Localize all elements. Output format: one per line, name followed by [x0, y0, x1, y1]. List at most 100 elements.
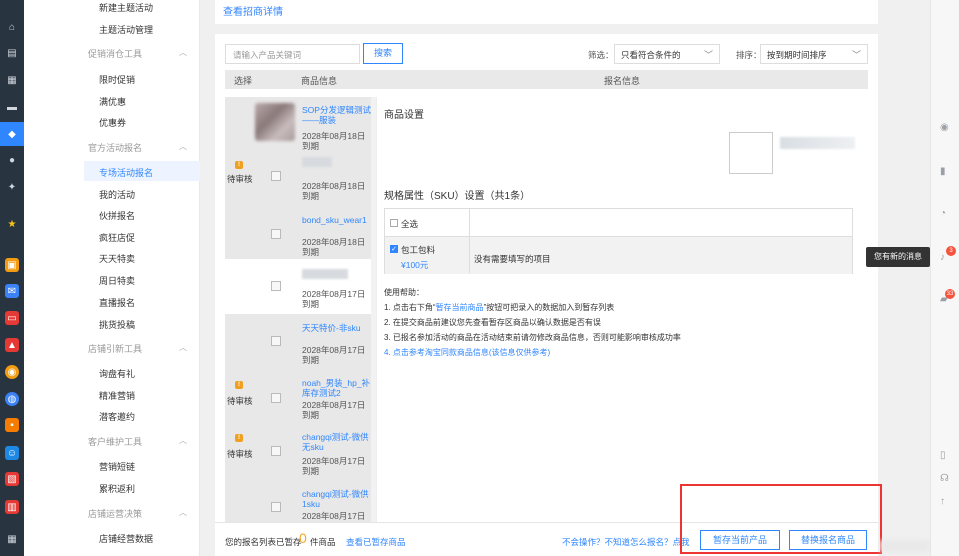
product-row[interactable]: ! 待审核 2028年08月18日到期: [225, 153, 375, 207]
product-image: [271, 281, 281, 291]
help-title: 使用帮助：: [384, 288, 424, 297]
menu-item-flash-sale[interactable]: 限时促销: [99, 73, 135, 86]
menu-group-customer[interactable]: 客户维护工具: [88, 435, 142, 448]
warning-icon: !: [235, 161, 243, 169]
menu-item-theme-manage[interactable]: 主题活动管理: [99, 23, 153, 36]
chart-icon[interactable]: ▲: [5, 338, 19, 352]
help-contact-link[interactable]: 不会操作？不知道怎么报名？点我: [562, 536, 690, 548]
chevron-up-icon[interactable]: ︿: [179, 435, 187, 446]
menu-item-group-buy[interactable]: 伙拼报名: [99, 209, 135, 222]
bell-badge: 3: [946, 246, 956, 256]
sku-header-row: 全选: [385, 209, 852, 237]
menu-item-new-theme[interactable]: 新建主题活动: [99, 1, 153, 14]
side-menu: 新建主题活动 主题活动管理 促销消仓工具 ︿ 限时促销 满优惠 优惠券 官方活动…: [24, 0, 200, 556]
product-row[interactable]: ! 待审核 changqi测试-微供无sku 2028年08月17日到期: [225, 422, 375, 479]
product-name[interactable]: SOP分发逻辑测试——服装: [302, 105, 372, 125]
grid-icon[interactable]: ▦: [5, 532, 19, 546]
wechat-icon[interactable]: ◔: [940, 208, 946, 219]
view-staged-link[interactable]: 查看已暂存商品: [346, 536, 406, 548]
menu-item-rebate[interactable]: 累积返利: [99, 482, 135, 495]
menu-group-acquire[interactable]: 店铺引新工具: [88, 342, 142, 355]
staged-count: 0: [299, 530, 307, 546]
card-icon[interactable]: ▬: [5, 100, 19, 114]
gift-icon[interactable]: ▪: [5, 418, 19, 432]
product-name[interactable]: changqi测试-微供无sku: [302, 432, 372, 452]
sort-label: 排序：: [736, 50, 762, 60]
select-all-checkbox[interactable]: [390, 219, 398, 227]
menu-item-prospect-invite[interactable]: 潜客邀约: [99, 410, 135, 423]
product-expiry: 2028年08月18日到期: [302, 237, 366, 257]
product-name[interactable]: changqi测试-微供1sku: [302, 489, 372, 509]
product-thumbnail: [255, 103, 295, 141]
menu-item-inquiry-gift[interactable]: 询盘有礼: [99, 367, 135, 380]
search-button[interactable]: 搜索: [363, 43, 403, 64]
bookmark-icon[interactable]: ▮: [940, 166, 946, 177]
globe-icon[interactable]: ◍: [5, 392, 19, 406]
menu-item-live-signup[interactable]: 直播报名: [99, 296, 135, 309]
product-row[interactable]: bond_sku_wear1 2028年08月18日到期: [225, 207, 375, 259]
share-icon[interactable]: ✦: [5, 180, 19, 194]
chevron-up-icon[interactable]: ︿: [179, 342, 187, 353]
coupon-icon[interactable]: ◉: [5, 365, 19, 379]
people-icon[interactable]: ☺: [5, 446, 19, 460]
shop-icon[interactable]: ▭: [5, 311, 19, 325]
user-icon[interactable]: ●: [5, 153, 19, 167]
bell-icon[interactable]: ♪: [940, 252, 945, 263]
sku-price: ¥100元: [401, 260, 429, 270]
headset-icon[interactable]: ☊: [940, 473, 949, 484]
service-icon[interactable]: ▥: [5, 500, 19, 514]
menu-group-operations[interactable]: 店铺运营决策: [88, 507, 142, 520]
menu-item-precision-marketing[interactable]: 精准营销: [99, 389, 135, 402]
view-recruit-details-link[interactable]: 查看招商详情: [223, 3, 283, 18]
product-name[interactable]: noah_男装_hp_补库存测试2: [302, 378, 372, 398]
menu-item-my-activity[interactable]: 我的活动: [99, 188, 135, 201]
chevron-up-icon[interactable]: ︿: [179, 507, 187, 518]
info-icon[interactable]: ◉: [940, 122, 949, 133]
clipboard-icon[interactable]: ▤: [5, 46, 19, 60]
product-preview-blurred-text: [780, 137, 855, 149]
product-row[interactable]: changqi测试-微供1sku 2028年08月17日: [225, 479, 375, 522]
star-icon[interactable]: ★: [5, 217, 19, 231]
help-item-3: 3. 已报名参加活动的商品在活动结束前请勿修改商品信息，否则可能影响审核成功率: [384, 333, 681, 342]
menu-group-official[interactable]: 官方活动报名: [88, 141, 142, 154]
tag-icon[interactable]: ◆: [0, 122, 24, 146]
menu-item-special-signup[interactable]: 专场活动报名: [99, 166, 153, 179]
product-row[interactable]: 2028年08月17日到期: [225, 259, 375, 314]
sku-row: ✓ 包工包料 ¥100元 没有需要填写的项目: [385, 237, 852, 274]
home-icon[interactable]: ⌂: [5, 20, 19, 34]
product-status: 待审核: [227, 449, 253, 459]
help-1-highlight: 暂存当前商品: [435, 303, 484, 312]
menu-item-crazy-promo[interactable]: 疯狂店促: [99, 231, 135, 244]
back-to-top-icon[interactable]: ↑: [940, 496, 945, 507]
mail-icon[interactable]: ✉: [5, 284, 19, 298]
product-row[interactable]: 天天特价-非sku 2028年08月17日到期: [225, 314, 375, 369]
phone-icon[interactable]: ▯: [940, 450, 946, 461]
menu-item-pick-submit[interactable]: 挑货投稿: [99, 318, 135, 331]
help-item-4-link[interactable]: 4. 点击参考淘宝同款商品信息(该信息仅供参考): [384, 347, 550, 358]
menu-item-full-discount[interactable]: 满优惠: [99, 95, 126, 108]
filter-value: 只看符合条件的: [621, 50, 681, 60]
menu-item-daily-sale[interactable]: 天天特卖: [99, 252, 135, 265]
icon-rail: ⌂ ▤ ▦ ▬ ◆ ● ✦ ★ ▣ ✉ ▭ ▲ ◉ ◍ ▪ ☺ ▧ ▥ ▦: [0, 0, 24, 556]
product-expiry: 2028年08月18日到期: [302, 181, 366, 201]
product-list: SOP分发逻辑测试——服装 2028年08月18日到期 ! 待审核 2028年0…: [225, 97, 375, 522]
menu-item-short-link[interactable]: 营销短链: [99, 460, 135, 473]
menu-item-sunday-sale[interactable]: 周日特卖: [99, 274, 135, 287]
product-row[interactable]: SOP分发逻辑测试——服装 2028年08月18日到期: [225, 97, 375, 153]
ticket-icon[interactable]: ▧: [5, 472, 19, 486]
product-name[interactable]: 天天特价-非sku: [302, 323, 372, 333]
menu-item-coupon[interactable]: 优惠券: [99, 116, 126, 129]
filter-select[interactable]: 只看符合条件的 ﹀: [614, 44, 720, 64]
product-row[interactable]: ! 待审核 noah_男装_hp_补库存测试2 2028年08月17日到期: [225, 369, 375, 422]
search-input[interactable]: 请输入产品关键词: [225, 44, 360, 64]
sort-select[interactable]: 按到期时间排序 ﹀: [760, 44, 868, 64]
chevron-up-icon[interactable]: ︿: [179, 141, 187, 152]
menu-group-promo[interactable]: 促销消仓工具: [88, 47, 142, 60]
select-all-label: 全选: [401, 219, 419, 229]
sku-checkbox[interactable]: ✓: [390, 245, 398, 253]
list-icon[interactable]: ▦: [5, 73, 19, 87]
menu-item-store-data[interactable]: 店铺经营数据: [99, 532, 153, 545]
chevron-up-icon[interactable]: ︿: [179, 47, 187, 58]
product-name[interactable]: bond_sku_wear1: [302, 215, 372, 225]
app-icon[interactable]: ▣: [5, 258, 19, 272]
